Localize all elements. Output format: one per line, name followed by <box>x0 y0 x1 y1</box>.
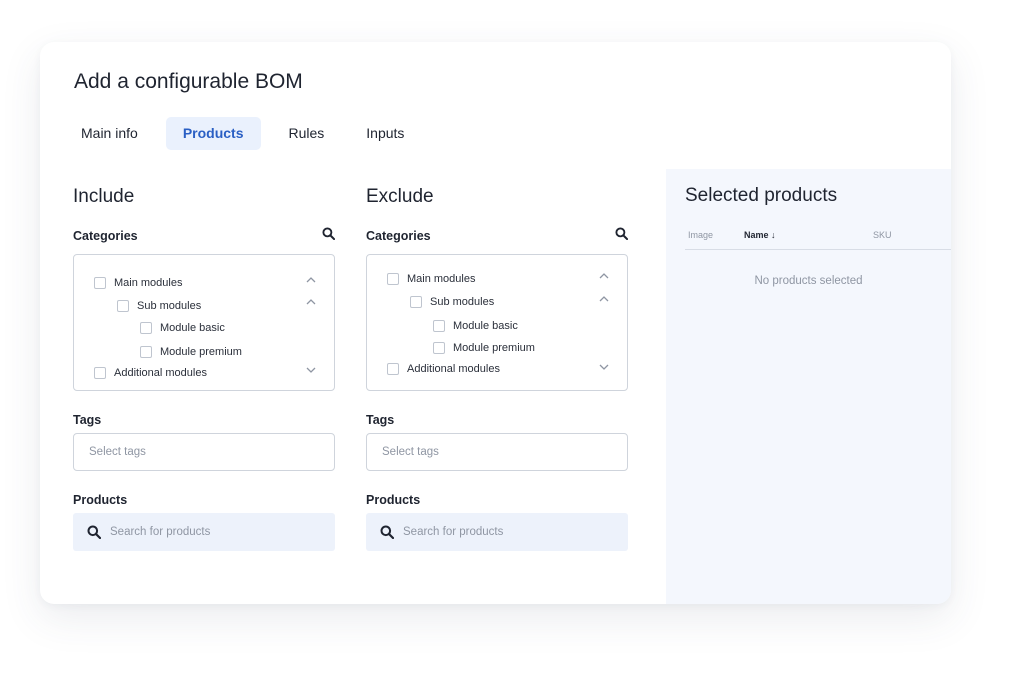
checkbox-icon[interactable] <box>410 296 422 308</box>
tree-item-sub-modules[interactable]: Sub modules <box>117 300 201 312</box>
search-placeholder: Search for products <box>403 526 504 538</box>
exclude-categories-header: Categories <box>366 226 629 246</box>
tree-item-main-modules[interactable]: Main modules <box>387 273 475 285</box>
tab-main-info[interactable]: Main info <box>67 117 152 150</box>
chevron-up-icon[interactable] <box>306 275 316 285</box>
tree-item-label: Module basic <box>453 320 518 332</box>
checkbox-icon[interactable] <box>140 346 152 358</box>
selected-products-title: Selected products <box>685 185 838 206</box>
include-categories-header: Categories <box>73 226 336 246</box>
tree-item-label: Additional modules <box>114 367 207 379</box>
checkbox-icon[interactable] <box>117 300 129 312</box>
tree-item-module-basic[interactable]: Module basic <box>433 320 518 332</box>
exclude-title: Exclude <box>366 186 434 207</box>
chevron-up-icon[interactable] <box>306 297 316 307</box>
selected-products-table-header: Image Name ↓ SKU <box>685 225 951 250</box>
page-title: Add a configurable BOM <box>74 70 303 93</box>
column-header-name[interactable]: Name ↓ <box>744 230 776 240</box>
tree-item-main-modules[interactable]: Main modules <box>94 277 182 289</box>
tab-inputs[interactable]: Inputs <box>352 117 418 150</box>
tree-item-label: Module basic <box>160 322 225 334</box>
checkbox-icon[interactable] <box>387 363 399 375</box>
tree-item-module-basic[interactable]: Module basic <box>140 322 225 334</box>
include-tags-label: Tags <box>73 413 102 427</box>
tab-bar: Main info Products Rules Inputs <box>67 117 432 150</box>
tab-rules[interactable]: Rules <box>275 117 339 150</box>
include-column: Include Categories Main modules Sub modu… <box>73 186 336 551</box>
chevron-down-icon[interactable] <box>306 365 316 375</box>
search-icon <box>380 525 394 539</box>
tree-item-additional-modules[interactable]: Additional modules <box>387 363 500 375</box>
include-products-search[interactable]: Search for products <box>73 513 335 551</box>
tree-item-label: Main modules <box>114 277 183 289</box>
tree-item-label: Main modules <box>407 273 476 285</box>
exclude-categories-label: Categories <box>366 229 431 243</box>
checkbox-icon[interactable] <box>433 320 445 332</box>
include-category-tree: Main modules Sub modules Module basic Mo… <box>73 254 335 391</box>
tree-item-label: Module premium <box>453 342 535 354</box>
exclude-products-label: Products <box>366 493 421 507</box>
tree-item-module-premium[interactable]: Module premium <box>433 342 535 354</box>
exclude-category-tree: Main modules Sub modules Module basic Mo… <box>366 254 628 391</box>
checkbox-icon[interactable] <box>433 342 445 354</box>
include-products-label: Products <box>73 493 128 507</box>
tree-item-label: Sub modules <box>137 300 202 312</box>
column-header-sku[interactable]: SKU <box>873 230 892 240</box>
exclude-column: Exclude Categories Main modules Sub modu… <box>366 186 629 551</box>
column-header-image: Image <box>688 230 714 240</box>
tree-item-label: Module premium <box>160 346 242 358</box>
bom-dialog: Add a configurable BOM Main info Product… <box>40 42 951 604</box>
include-title: Include <box>73 186 135 207</box>
checkbox-icon[interactable] <box>94 277 106 289</box>
tree-item-module-premium[interactable]: Module premium <box>140 346 242 358</box>
exclude-tags-select[interactable]: Select tags <box>366 433 628 471</box>
checkbox-icon[interactable] <box>140 322 152 334</box>
chevron-up-icon[interactable] <box>599 294 609 304</box>
tree-item-label: Sub modules <box>430 296 495 308</box>
checkbox-icon[interactable] <box>387 273 399 285</box>
checkbox-icon[interactable] <box>94 367 106 379</box>
search-placeholder: Search for products <box>110 526 211 538</box>
chevron-up-icon[interactable] <box>599 271 609 281</box>
search-icon[interactable] <box>322 227 336 245</box>
selected-products-panel: Selected products Image Name ↓ SKU No pr… <box>666 169 951 604</box>
search-icon[interactable] <box>615 227 629 245</box>
include-tags-select[interactable]: Select tags <box>73 433 335 471</box>
tree-item-sub-modules[interactable]: Sub modules <box>410 296 494 308</box>
empty-state-text: No products selected <box>754 275 863 287</box>
chevron-down-icon[interactable] <box>599 362 609 372</box>
exclude-products-search[interactable]: Search for products <box>366 513 628 551</box>
tree-item-label: Additional modules <box>407 363 500 375</box>
include-categories-label: Categories <box>73 229 138 243</box>
tree-item-additional-modules[interactable]: Additional modules <box>94 367 207 379</box>
search-icon <box>87 525 101 539</box>
tab-products[interactable]: Products <box>165 117 261 150</box>
exclude-tags-label: Tags <box>366 413 395 427</box>
